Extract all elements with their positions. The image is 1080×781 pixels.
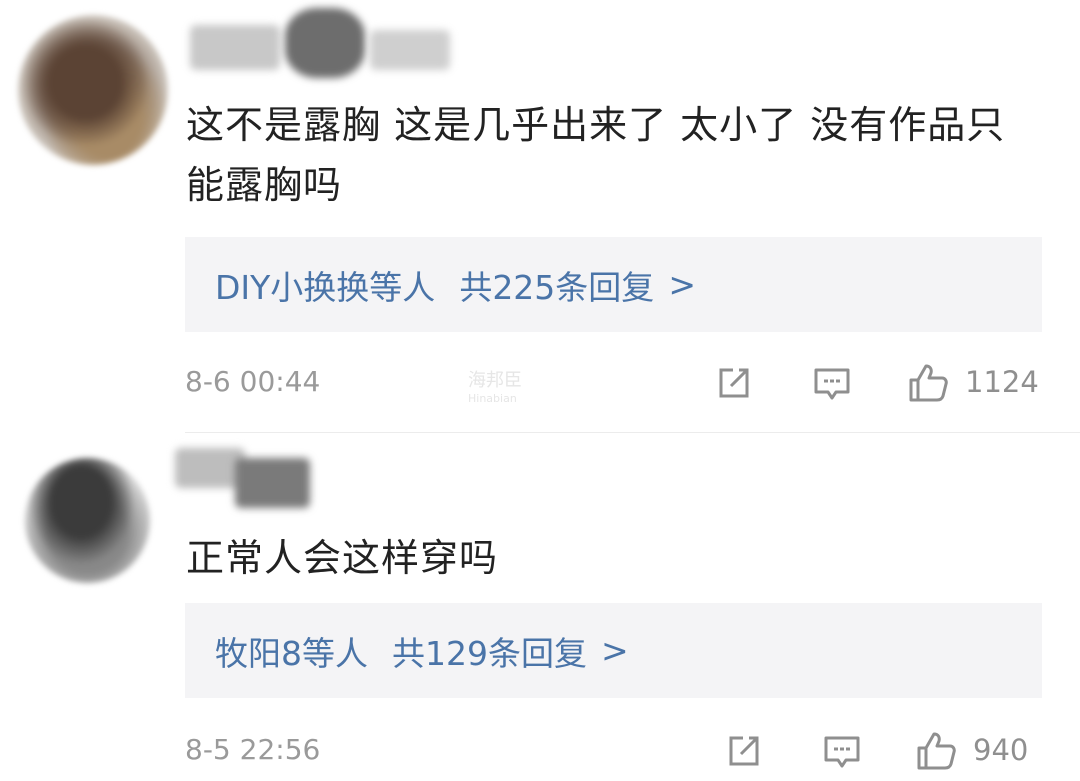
reply-count: 共225条回复: [459, 267, 655, 307]
username-blurred[interactable]: [190, 25, 280, 70]
comment-footer: 8-6 00:44 1124: [185, 362, 1042, 402]
reply-names: 牧阳8等人: [215, 633, 368, 673]
comment-text: 这不是露胸 这是几乎出来了 太小了 没有作品只能露胸吗: [186, 103, 1006, 207]
like-count: 940: [973, 733, 1029, 767]
comment-text: 正常人会这样穿吗: [186, 536, 499, 580]
timestamp: 8-5 22:56: [185, 733, 321, 766]
comment-icon[interactable]: [811, 362, 853, 404]
share-icon[interactable]: [723, 730, 765, 772]
replies-link[interactable]: 牧阳8等人 共129条回复 >: [185, 603, 1042, 698]
comment-item: 正常人会这样穿吗 牧阳8等人 共129条回复 > 8-5 22:56 940: [0, 433, 1080, 781]
reply-count: 共129条回复: [392, 633, 587, 673]
like-icon[interactable]: [907, 362, 949, 404]
like-icon[interactable]: [915, 730, 957, 772]
replies-link[interactable]: DIY小换换等人 共225条回复 >: [185, 237, 1042, 332]
chevron-right-icon: >: [601, 631, 629, 670]
avatar[interactable]: [18, 15, 168, 165]
username-blurred[interactable]: [370, 30, 450, 70]
username-blurred[interactable]: [285, 8, 365, 78]
timestamp: 8-6 00:44: [185, 365, 321, 398]
share-icon[interactable]: [713, 362, 755, 404]
chevron-right-icon: >: [668, 265, 696, 304]
reply-names: DIY小换换等人: [215, 267, 436, 307]
username-blurred[interactable]: [235, 458, 310, 508]
comment-item: 这不是露胸 这是几乎出来了 太小了 没有作品只能露胸吗 DIY小换换等人 共22…: [0, 0, 1080, 432]
comment-footer: 8-5 22:56 940: [185, 730, 1042, 770]
comment-icon[interactable]: [821, 730, 863, 772]
avatar[interactable]: [25, 458, 150, 583]
like-count: 1124: [965, 365, 1039, 399]
watermark: 海邦臣 Hinabian: [468, 370, 522, 406]
